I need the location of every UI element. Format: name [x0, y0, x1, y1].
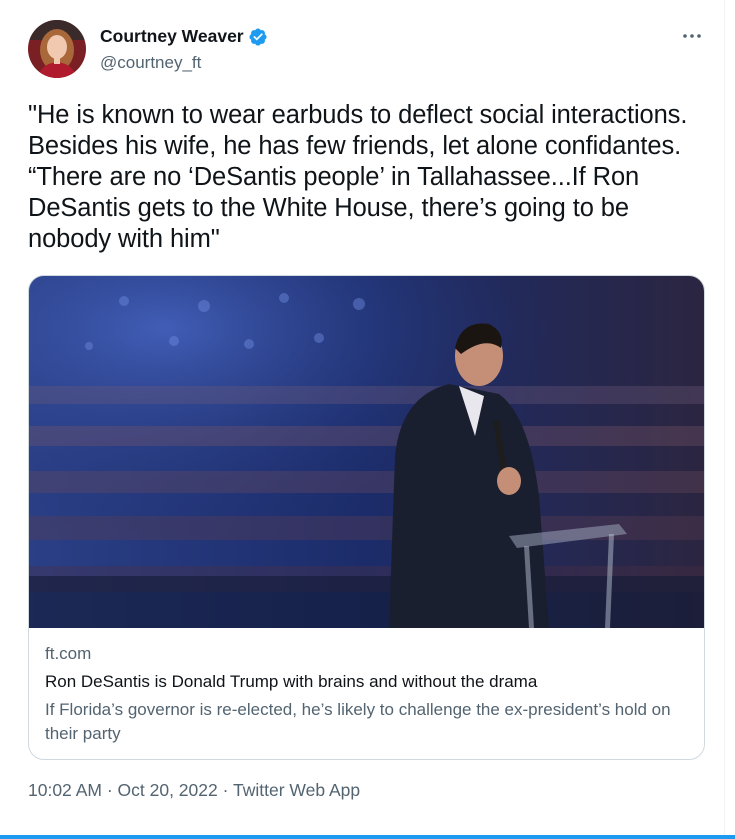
bottom-strip: [0, 835, 735, 839]
tweet-header: Courtney Weaver @courtney_ft: [28, 20, 708, 80]
author-names: Courtney Weaver @courtney_ft: [100, 26, 268, 73]
card-body: ft.com Ron DeSantis is Donald Trump with…: [45, 644, 690, 746]
tweet-time[interactable]: 10:02 AM: [28, 780, 102, 800]
avatar[interactable]: [28, 20, 86, 78]
separator: ·: [222, 780, 229, 800]
tweet-metadata: 10:02 AM · Oct 20, 2022 · Twitter Web Ap…: [28, 780, 360, 801]
tweet-date[interactable]: Oct 20, 2022: [118, 780, 218, 800]
link-card[interactable]: ft.com Ron DeSantis is Donald Trump with…: [28, 275, 705, 760]
card-domain: ft.com: [45, 644, 92, 663]
tweet-text: "He is known to wear earbuds to deflect …: [28, 101, 688, 253]
author-handle[interactable]: @courtney_ft: [100, 53, 268, 73]
separator: ·: [106, 780, 113, 800]
card-description: If Florida’s governor is re-elected, he’…: [45, 700, 671, 743]
display-name-row: Courtney Weaver: [100, 26, 268, 47]
tweet-detail: Courtney Weaver @courtney_ft "He is know…: [0, 0, 725, 839]
more-horizontal-icon[interactable]: [680, 24, 704, 48]
tweet-source[interactable]: Twitter Web App: [233, 780, 360, 800]
display-name[interactable]: Courtney Weaver: [100, 26, 244, 47]
card-image: [29, 276, 704, 628]
card-title: Ron DeSantis is Donald Trump with brains…: [45, 672, 538, 691]
verified-badge-icon: [248, 27, 268, 47]
